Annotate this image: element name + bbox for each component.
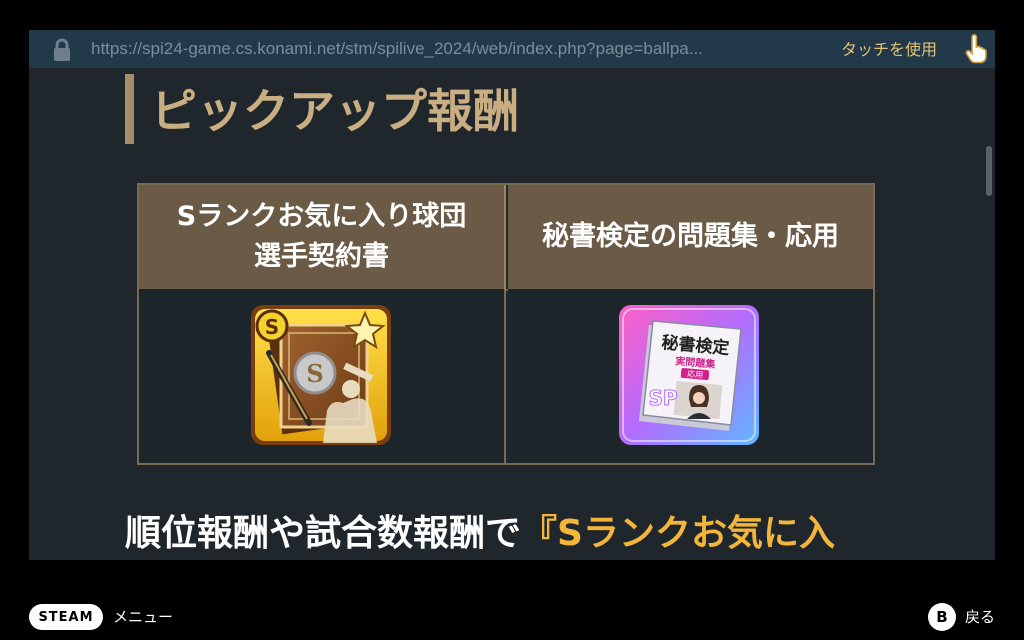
steam-button[interactable]: STEAM xyxy=(29,604,103,630)
browser-window: https://spi24-game.cs.konami.net/stm/spi… xyxy=(29,30,995,560)
svg-text:S: S xyxy=(306,359,323,388)
pickup-reward-table: Sランクお気に入り球団 選手契約書 秘書検定の問題集・応用 S S 秘書検定 実… xyxy=(137,183,875,465)
touch-mode-label[interactable]: タッチを使用 xyxy=(841,39,937,61)
page-scrollbar[interactable] xyxy=(986,146,992,196)
table-cell-workbook: 秘書検定 実問題集 応用 SP xyxy=(508,289,873,463)
back-label[interactable]: 戻る xyxy=(965,606,995,628)
description-highlight: 『Sランクお気に入 xyxy=(521,513,835,554)
url-text[interactable]: https://spi24-game.cs.konami.net/stm/spi… xyxy=(91,38,831,60)
menu-label[interactable]: メニュー xyxy=(113,606,173,628)
header-line-1: Sランクお気に入り球団 xyxy=(176,201,467,232)
lock-icon xyxy=(54,38,70,61)
url-bar[interactable]: https://spi24-game.cs.konami.net/stm/spi… xyxy=(29,30,995,68)
description-text: 順位報酬や試合数報酬で『Sランクお気に入 xyxy=(125,510,835,558)
table-header-workbook: 秘書検定の問題集・応用 xyxy=(508,185,873,289)
b-button-icon[interactable]: B xyxy=(928,603,956,631)
table-header-contract: Sランクお気に入り球団 選手契約書 xyxy=(139,185,506,289)
table-cell-contract: S S xyxy=(139,289,506,463)
s-rank-contract-icon[interactable]: S S xyxy=(249,303,393,447)
table-header-label: Sランクお気に入り球団 選手契約書 xyxy=(177,197,466,277)
table-header-label: 秘書検定の問題集・応用 xyxy=(542,221,839,252)
secretary-workbook-icon[interactable]: 秘書検定 実問題集 応用 SP xyxy=(617,303,761,447)
heading-accent-bar xyxy=(125,74,134,144)
pointing-hand-icon[interactable] xyxy=(963,34,987,64)
book-tag-text: 応用 xyxy=(687,368,704,379)
description-main: 順位報酬や試合数報酬で xyxy=(125,513,522,554)
s-badge-text: S xyxy=(265,315,279,339)
header-line-2: 選手契約書 xyxy=(253,241,389,272)
page-heading: ピックアップ報酬 xyxy=(151,84,519,138)
sp-badge-text: SP xyxy=(648,386,677,410)
